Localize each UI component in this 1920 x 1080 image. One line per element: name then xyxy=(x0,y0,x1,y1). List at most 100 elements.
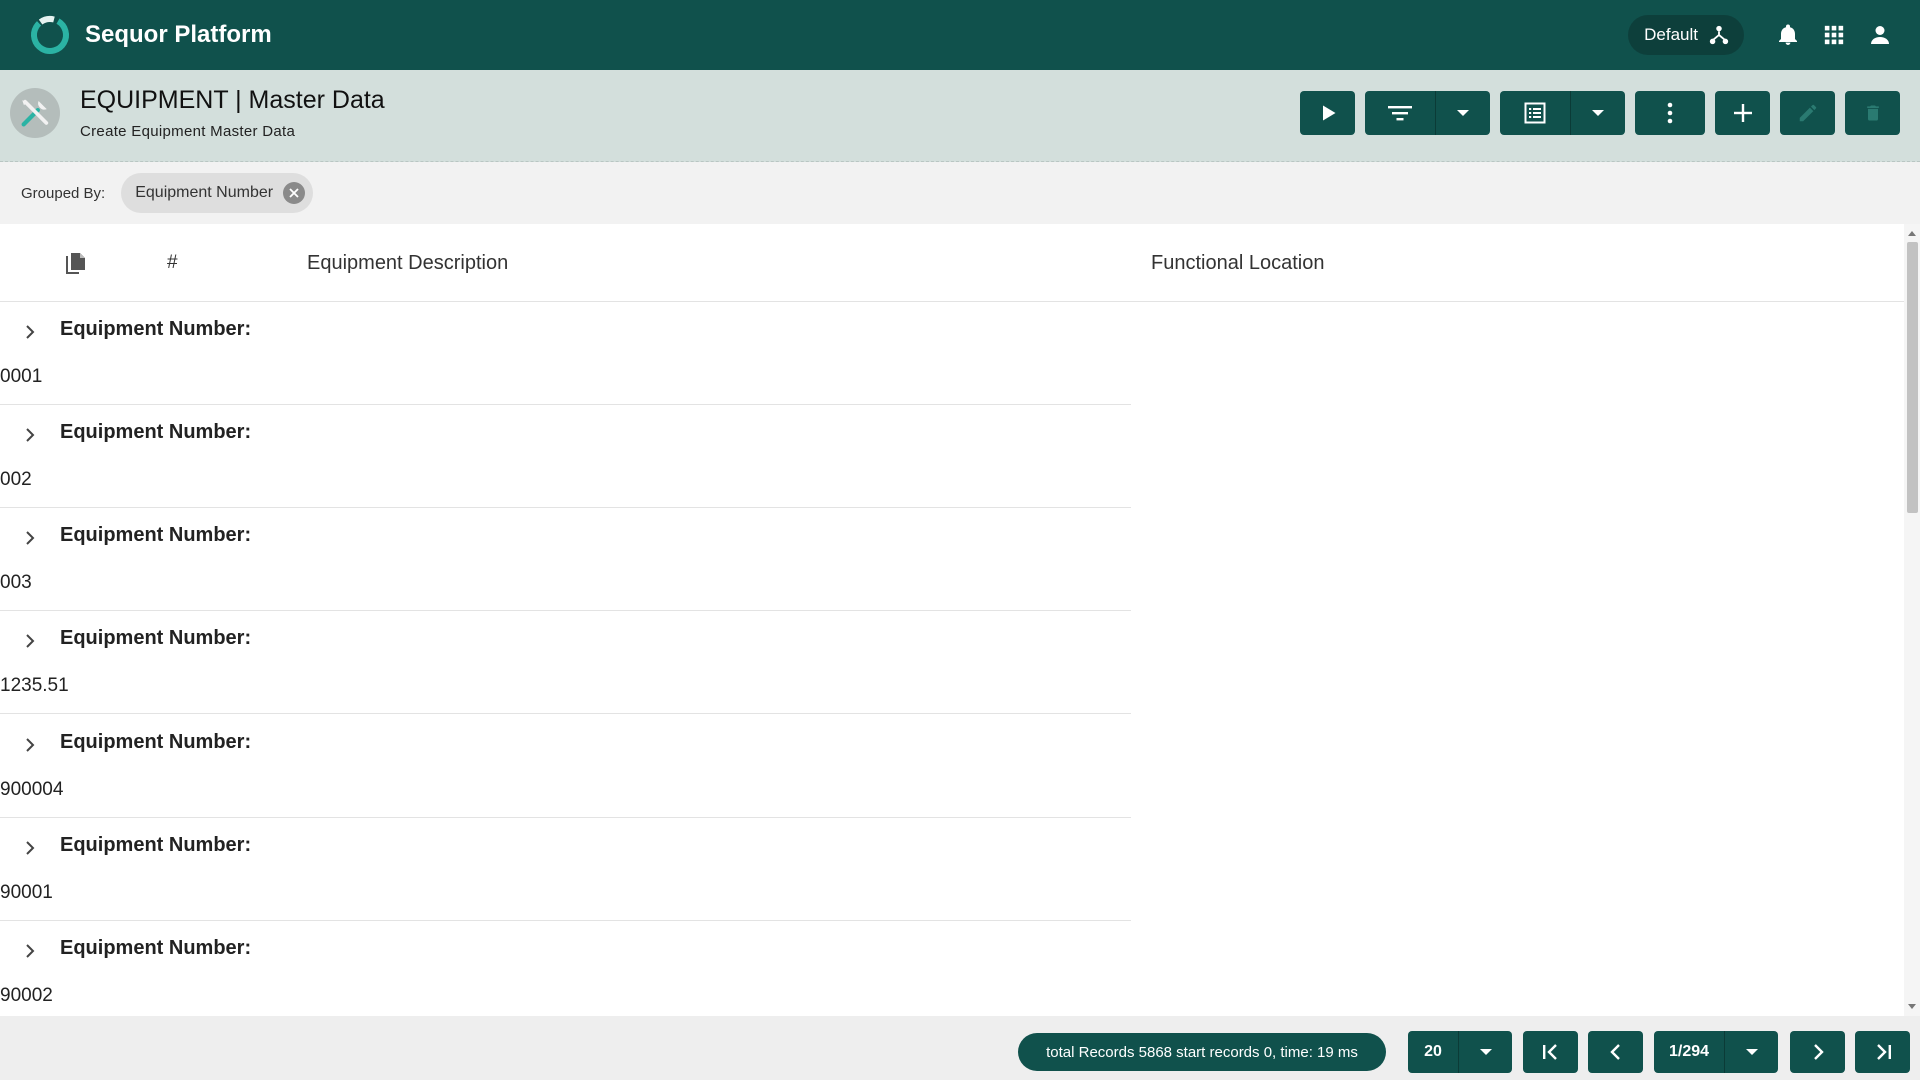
close-icon xyxy=(289,188,299,198)
caret-down-icon xyxy=(1745,1049,1758,1055)
filter-dropdown[interactable] xyxy=(1436,91,1490,135)
group-value: 002 xyxy=(0,469,32,490)
app-title: Sequor Platform xyxy=(85,21,272,48)
run-button[interactable] xyxy=(1300,91,1355,135)
group-label: Equipment Number: xyxy=(60,937,252,959)
edit-button[interactable] xyxy=(1780,91,1835,135)
apps-grid-icon xyxy=(1824,25,1844,45)
group-value: 0001 xyxy=(0,366,43,387)
page-subtitle: Create Equipment Master Data xyxy=(80,123,296,140)
group-label: Equipment Number: xyxy=(60,731,252,753)
chevron-right-icon[interactable] xyxy=(22,838,38,858)
page-indicator: 1/294 xyxy=(1668,1043,1710,1060)
page-number-dropdown[interactable] xyxy=(1725,1031,1778,1073)
page-size-selector[interactable]: 20 xyxy=(1408,1031,1512,1073)
module-icon xyxy=(10,88,60,138)
group-label: Equipment Number: xyxy=(60,524,252,546)
view-dropdown[interactable] xyxy=(1571,91,1625,135)
next-page-button[interactable] xyxy=(1790,1031,1845,1073)
pagination-footer: total Records 5868 start records 0, time… xyxy=(0,1016,1920,1080)
sequor-logo-icon xyxy=(31,16,69,54)
records-status: total Records 5868 start records 0, time… xyxy=(1018,1033,1386,1071)
notifications-button[interactable] xyxy=(1768,15,1808,55)
last-page-icon xyxy=(1876,1044,1891,1060)
top-navigation-bar: Sequor Platform Default xyxy=(0,0,1920,70)
list-view-icon xyxy=(1524,102,1546,124)
scroll-up-arrow-icon[interactable] xyxy=(1908,230,1916,236)
delete-button[interactable] xyxy=(1845,91,1900,135)
last-page-button[interactable] xyxy=(1855,1031,1910,1073)
hierarchy-icon xyxy=(1709,25,1729,45)
view-main[interactable] xyxy=(1500,91,1570,135)
chevron-right-icon[interactable] xyxy=(22,528,38,548)
filter-button[interactable] xyxy=(1365,91,1490,135)
grid-header: # Equipment Description Functional Locat… xyxy=(0,224,1904,302)
caret-down-icon xyxy=(1457,110,1469,116)
page-header: EQUIPMENT | Master Data Create Equipment… xyxy=(0,70,1920,162)
group-label: Equipment Number: xyxy=(60,627,252,649)
copy-column-header[interactable] xyxy=(64,251,88,277)
group-row[interactable]: Equipment Number: 90002 xyxy=(0,921,1131,1016)
view-button[interactable] xyxy=(1500,91,1625,135)
group-value: 003 xyxy=(0,572,32,593)
brand[interactable]: Sequor Platform xyxy=(28,13,272,57)
workspace-label: Default xyxy=(1644,25,1698,44)
apps-button[interactable] xyxy=(1814,15,1854,55)
group-label: Equipment Number: xyxy=(60,318,252,340)
group-chip-label: Equipment Number xyxy=(135,184,274,201)
more-vert-icon xyxy=(1667,102,1673,124)
group-row[interactable]: Equipment Number: 0001 xyxy=(0,302,1131,405)
caret-down-icon xyxy=(1479,1049,1492,1055)
group-label: Equipment Number: xyxy=(60,834,252,856)
group-chip[interactable]: Equipment Number xyxy=(121,173,314,213)
chevron-left-icon xyxy=(1609,1044,1620,1060)
remove-group-button[interactable] xyxy=(283,182,306,204)
chevron-right-icon[interactable] xyxy=(22,425,38,445)
scrollbar-thumb[interactable] xyxy=(1907,242,1918,513)
first-page-button[interactable] xyxy=(1523,1031,1578,1073)
group-row[interactable]: Equipment Number: 1235.51 xyxy=(0,611,1131,714)
group-value: 900004 xyxy=(0,779,64,800)
group-value: 90001 xyxy=(0,882,53,903)
data-grid: # Equipment Description Functional Locat… xyxy=(0,224,1904,1016)
chevron-right-icon xyxy=(1813,1044,1824,1060)
delete-icon xyxy=(1866,105,1879,121)
copy-icon xyxy=(66,253,85,274)
chevron-right-icon[interactable] xyxy=(22,322,38,342)
group-label: Equipment Number: xyxy=(60,421,252,443)
bell-icon xyxy=(1779,24,1797,45)
chevron-right-icon[interactable] xyxy=(22,735,38,755)
group-row[interactable]: Equipment Number: 90001 xyxy=(0,818,1131,921)
filter-icon xyxy=(1388,106,1412,121)
filter-main[interactable] xyxy=(1365,91,1435,135)
group-row[interactable]: Equipment Number: 002 xyxy=(0,405,1131,508)
equipment-description-header[interactable]: Equipment Description xyxy=(307,252,508,275)
chevron-right-icon[interactable] xyxy=(22,631,38,651)
page-size-dropdown[interactable] xyxy=(1459,1031,1512,1073)
edit-icon xyxy=(1799,104,1816,122)
user-profile-button[interactable] xyxy=(1860,15,1900,55)
group-row[interactable]: Equipment Number: 900004 xyxy=(0,715,1131,818)
more-options-button[interactable] xyxy=(1635,91,1705,135)
chevron-right-icon[interactable] xyxy=(22,941,38,961)
toolbar xyxy=(1300,91,1900,135)
grouped-by-label: Grouped By: xyxy=(21,184,106,202)
caret-down-icon xyxy=(1592,110,1604,116)
group-value: 90002 xyxy=(0,985,53,1006)
functional-location-header[interactable]: Functional Location xyxy=(1151,252,1324,275)
group-value: 1235.51 xyxy=(0,675,69,696)
first-page-icon xyxy=(1542,1044,1557,1060)
row-number-header[interactable]: # xyxy=(167,252,178,274)
scroll-down-arrow-icon[interactable] xyxy=(1908,1004,1916,1010)
tools-icon xyxy=(21,99,49,127)
grouping-bar: Grouped By: Equipment Number xyxy=(0,162,1920,224)
add-button[interactable] xyxy=(1715,91,1770,135)
user-icon xyxy=(1871,26,1889,44)
vertical-scrollbar[interactable] xyxy=(1904,224,1920,1016)
previous-page-button[interactable] xyxy=(1588,1031,1643,1073)
page-number-selector[interactable]: 1/294 xyxy=(1654,1031,1778,1073)
group-row[interactable]: Equipment Number: 003 xyxy=(0,508,1131,611)
play-icon xyxy=(1322,105,1335,121)
workspace-selector[interactable]: Default xyxy=(1628,15,1744,55)
add-icon xyxy=(1733,104,1752,122)
